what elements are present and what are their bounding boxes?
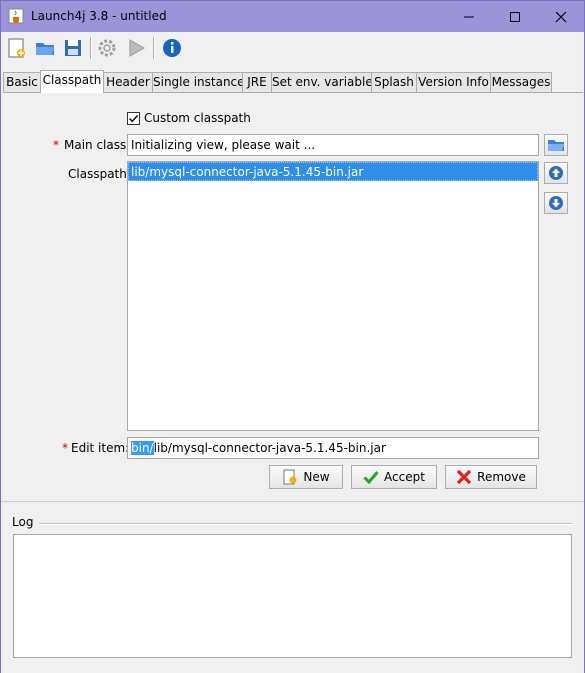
edit-item-input[interactable]: bin/lib/mysql-connector-java-5.1.45-bin.… [127, 437, 539, 459]
about-button[interactable] [159, 35, 185, 61]
launch4j-window: Launch4j 3.8 - untitled Basic Classpath … [0, 0, 585, 673]
test-wrapper-button[interactable] [123, 35, 149, 61]
tab-version-info[interactable]: Version Info [416, 72, 491, 92]
minimize-icon [464, 16, 474, 17]
maximize-icon [510, 11, 520, 22]
classpath-list[interactable]: lib/mysql-connector-java-5.1.45-bin.jar [127, 161, 539, 431]
accept-button-label: Accept [384, 470, 425, 484]
new-file-icon [8, 38, 25, 58]
browse-main-class-button[interactable] [544, 134, 568, 156]
custom-classpath-label: Custom classpath [144, 111, 251, 125]
tab-basic[interactable]: Basic [3, 72, 41, 92]
open-config-button[interactable] [32, 35, 58, 61]
main-class-label: Main class: [64, 138, 131, 152]
build-gear-icon [98, 39, 116, 57]
new-config-button[interactable] [4, 35, 30, 61]
close-button[interactable] [538, 1, 584, 32]
edit-item-selected-text: bin/ [131, 441, 154, 455]
save-icon [65, 40, 81, 56]
edit-item-label: Edit item: [71, 441, 130, 455]
new-button[interactable]: New [269, 465, 343, 489]
list-item[interactable]: lib/mysql-connector-java-5.1.45-bin.jar [128, 162, 538, 181]
minimize-button[interactable] [446, 1, 492, 32]
toolbar-separator [90, 37, 92, 59]
move-up-button[interactable] [544, 162, 568, 184]
arrow-up-icon [549, 166, 563, 180]
java-cup-icon [8, 8, 24, 24]
info-icon [163, 39, 181, 57]
log-separator [39, 523, 572, 525]
tab-single-instance[interactable]: Single instance [152, 72, 245, 92]
remove-button[interactable]: Remove [445, 465, 537, 489]
edit-item-required-marker: * [62, 441, 68, 455]
classpath-label: Classpath: [68, 167, 131, 181]
tab-header[interactable]: Header [103, 72, 153, 92]
toolbar-separator [153, 37, 155, 59]
remove-button-label: Remove [477, 470, 526, 484]
close-icon [555, 11, 567, 22]
open-folder-icon [548, 140, 564, 151]
log-label: Log [12, 515, 34, 529]
main-class-input[interactable]: Initializing view, please wait ... [127, 134, 539, 156]
accept-button[interactable]: Accept [351, 465, 437, 489]
custom-classpath-checkbox[interactable] [127, 112, 140, 125]
toolbar [1, 32, 584, 66]
open-folder-icon [36, 43, 54, 55]
remove-x-icon [457, 469, 472, 485]
classpath-panel: Custom classpath * Main class: Initializ… [3, 93, 583, 501]
arrow-down-icon [549, 196, 563, 210]
build-wrapper-button[interactable] [94, 35, 120, 61]
tab-messages[interactable]: Messages [490, 72, 552, 92]
tab-classpath[interactable]: Classpath [40, 70, 104, 93]
checkmark-icon [363, 471, 379, 485]
tab-splash[interactable]: Splash [371, 72, 417, 92]
run-play-icon [129, 39, 146, 57]
tab-strip: Basic Classpath Header Single instance J… [3, 70, 583, 93]
log-textarea[interactable] [13, 534, 572, 658]
checkmark-icon [129, 115, 139, 123]
tab-jre[interactable]: JRE [242, 72, 272, 92]
main-class-required-marker: * [53, 138, 59, 152]
save-config-button[interactable] [60, 35, 86, 61]
maximize-button[interactable] [492, 1, 538, 32]
edit-item-text: lib/mysql-connector-java-5.1.45-bin.jar [153, 441, 386, 455]
log-panel: Log [1, 501, 584, 673]
move-down-button[interactable] [544, 192, 568, 214]
window-title: Launch4j 3.8 - untitled [31, 9, 167, 23]
tab-set-env-variables[interactable]: Set env. variables [271, 72, 379, 92]
new-button-label: New [303, 470, 330, 484]
new-file-icon [283, 469, 297, 485]
title-bar[interactable]: Launch4j 3.8 - untitled [1, 1, 584, 32]
